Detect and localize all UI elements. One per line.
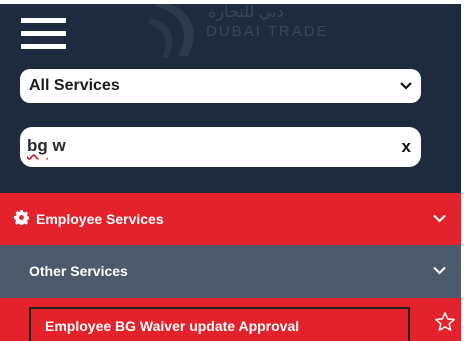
search-word-misspelled: bg (27, 136, 48, 155)
menu-bar (21, 44, 66, 49)
service-results: Employee BG Waiver update Approval (0, 298, 461, 341)
logo-text: DUBAI TRADE (206, 23, 329, 40)
clear-search-button[interactable]: x (402, 137, 411, 157)
app-frame: دبي للتجارة DUBAI TRADE All Services bg … (0, 4, 461, 341)
chevron-down-icon (400, 82, 412, 90)
other-services-label: Other Services (29, 263, 128, 279)
search-input-value: bg w (27, 136, 66, 156)
select-value: All Services (29, 77, 120, 94)
chevron-down-icon (433, 214, 446, 223)
star-outline-icon[interactable] (434, 311, 456, 333)
employee-services-label: Employee Services (36, 211, 164, 227)
gear-icon (14, 210, 29, 225)
service-search-input[interactable]: bg w x (20, 127, 421, 167)
service-category-select[interactable]: All Services (20, 69, 421, 103)
menu-bar (21, 18, 66, 23)
service-link-employee-bg-waiver[interactable]: Employee BG Waiver update Approval (29, 307, 410, 341)
menu-bar (21, 31, 66, 36)
header: دبي للتجارة DUBAI TRADE (0, 4, 461, 60)
chevron-down-icon (433, 266, 446, 275)
service-label: Employee BG Waiver update Approval (45, 318, 300, 334)
dubai-trade-logo-icon (148, 4, 194, 58)
menu-section-employee-services[interactable]: Employee Services (0, 193, 461, 245)
search-word: w (47, 136, 66, 155)
logo-arabic-text: دبي للتجارة (208, 4, 284, 21)
page: دبي للتجارة DUBAI TRADE All Services bg … (0, 0, 464, 341)
menu-section-other-services[interactable]: Other Services (0, 245, 461, 298)
hamburger-menu-icon[interactable] (21, 18, 66, 50)
